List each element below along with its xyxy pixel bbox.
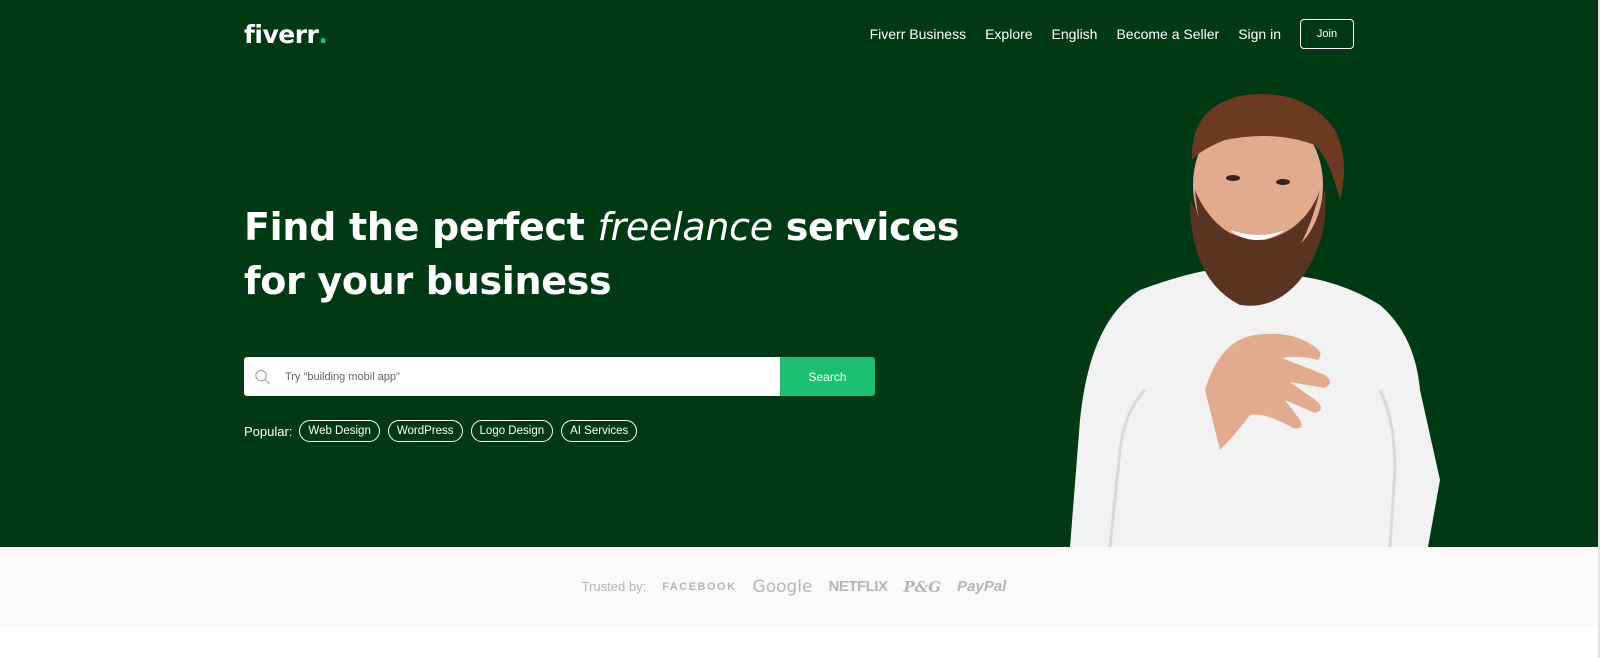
nav-fiverr-business[interactable]: Fiverr Business [870, 26, 966, 42]
search-button[interactable]: Search [780, 357, 875, 396]
netflix-logo: NETFLIX [828, 578, 888, 595]
google-logo: Google [752, 576, 813, 597]
pg-logo: P&G [903, 577, 942, 596]
logo-text: fiverr [244, 20, 319, 49]
search-input[interactable] [284, 370, 780, 383]
join-button[interactable]: Join [1300, 19, 1354, 49]
headline-italic: freelance [597, 205, 774, 249]
popular-tag-wordpress[interactable]: WordPress [387, 420, 463, 442]
hero-person-image [1070, 94, 1440, 547]
nav-language[interactable]: English [1052, 26, 1098, 42]
nav-become-seller[interactable]: Become a Seller [1116, 26, 1219, 42]
nav-explore[interactable]: Explore [985, 26, 1032, 42]
search-bar: Search [244, 357, 875, 396]
paypal-logo: PayPal [957, 578, 1007, 595]
nav-sign-in[interactable]: Sign in [1238, 26, 1281, 42]
popular-tag-ai-services[interactable]: AI Services [561, 420, 638, 442]
search-icon [255, 369, 270, 384]
search-field[interactable] [244, 357, 780, 396]
logo-dot: . [318, 20, 328, 49]
popular-tag-logo-design[interactable]: Logo Design [470, 420, 554, 442]
popular-tag-web-design[interactable]: Web Design [299, 420, 380, 442]
popular-searches: Popular: Web Design WordPress Logo Desig… [244, 420, 645, 442]
headline-line2: for your business [244, 259, 612, 303]
headline-part2: services [772, 205, 960, 249]
fiverr-logo[interactable]: fiverr. [244, 20, 328, 49]
popular-label: Popular: [244, 423, 293, 439]
hero-headline: Find the perfect freelance services for … [244, 200, 959, 308]
headline-part1: Find the perfect [244, 205, 598, 249]
trusted-label: Trusted by: [581, 579, 647, 594]
trusted-by-bar: Trusted by: FACEBOOK Google NETFLIX P&G … [0, 547, 1598, 626]
facebook-logo: FACEBOOK [662, 580, 737, 593]
top-nav: Fiverr Business Explore English Become a… [851, 19, 1354, 49]
hero-section: fiverr. Fiverr Business Explore English … [0, 0, 1600, 547]
